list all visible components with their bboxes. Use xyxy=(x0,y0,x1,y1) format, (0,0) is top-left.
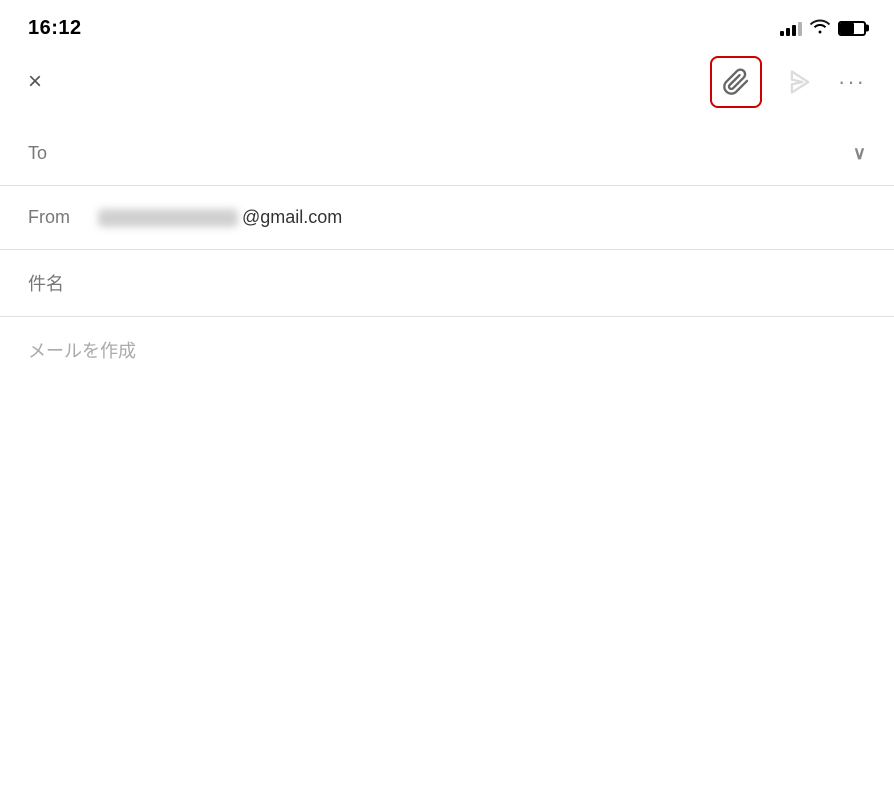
status-bar: 16:12 xyxy=(0,0,894,50)
close-button[interactable]: × xyxy=(28,70,42,94)
paperclip-icon xyxy=(722,68,750,96)
from-field-row: From @gmail.com xyxy=(0,186,894,250)
status-time: 16:12 xyxy=(28,17,82,40)
compose-form: To ∨ From @gmail.com 件名 メールを作成 xyxy=(0,122,894,383)
from-value: @gmail.com xyxy=(98,207,342,228)
subject-field-row[interactable]: 件名 xyxy=(0,250,894,317)
body-area[interactable]: メールを作成 xyxy=(0,317,894,383)
more-options-button[interactable]: ··· xyxy=(838,69,866,95)
to-label: To xyxy=(28,143,98,164)
body-input[interactable]: メールを作成 xyxy=(28,341,136,361)
wifi-icon xyxy=(810,18,830,39)
signal-icon xyxy=(780,20,802,36)
sender-name-blurred xyxy=(98,209,238,227)
chevron-down-icon: ∨ xyxy=(853,143,866,164)
send-icon xyxy=(786,68,814,96)
to-field-row[interactable]: To ∨ xyxy=(0,122,894,186)
battery-icon xyxy=(838,21,866,36)
compose-toolbar: × ··· xyxy=(0,50,894,114)
status-icons xyxy=(780,18,866,39)
toolbar-actions: ··· xyxy=(710,56,866,108)
from-email: @gmail.com xyxy=(242,207,342,228)
attach-button[interactable] xyxy=(710,56,762,108)
from-label: From xyxy=(28,207,98,228)
subject-input[interactable]: 件名 xyxy=(28,270,64,296)
send-button[interactable] xyxy=(786,68,814,96)
